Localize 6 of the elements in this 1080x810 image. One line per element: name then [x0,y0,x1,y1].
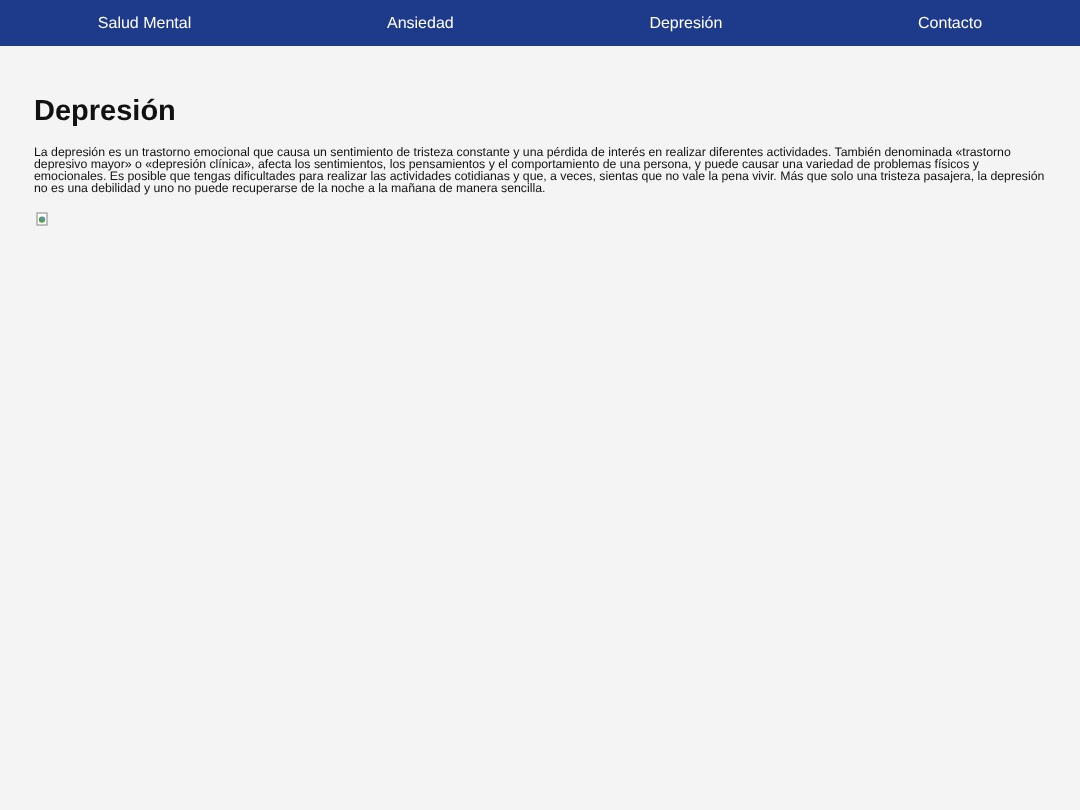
nav-link[interactable]: Ansiedad [386,11,454,35]
nav-link[interactable]: Depresión [649,11,723,35]
nav-link[interactable]: Salud Mental [97,11,192,35]
page-title: Depresión [34,98,178,127]
nav-link[interactable]: Contacto [918,11,983,35]
broken-image-icon [36,211,48,226]
